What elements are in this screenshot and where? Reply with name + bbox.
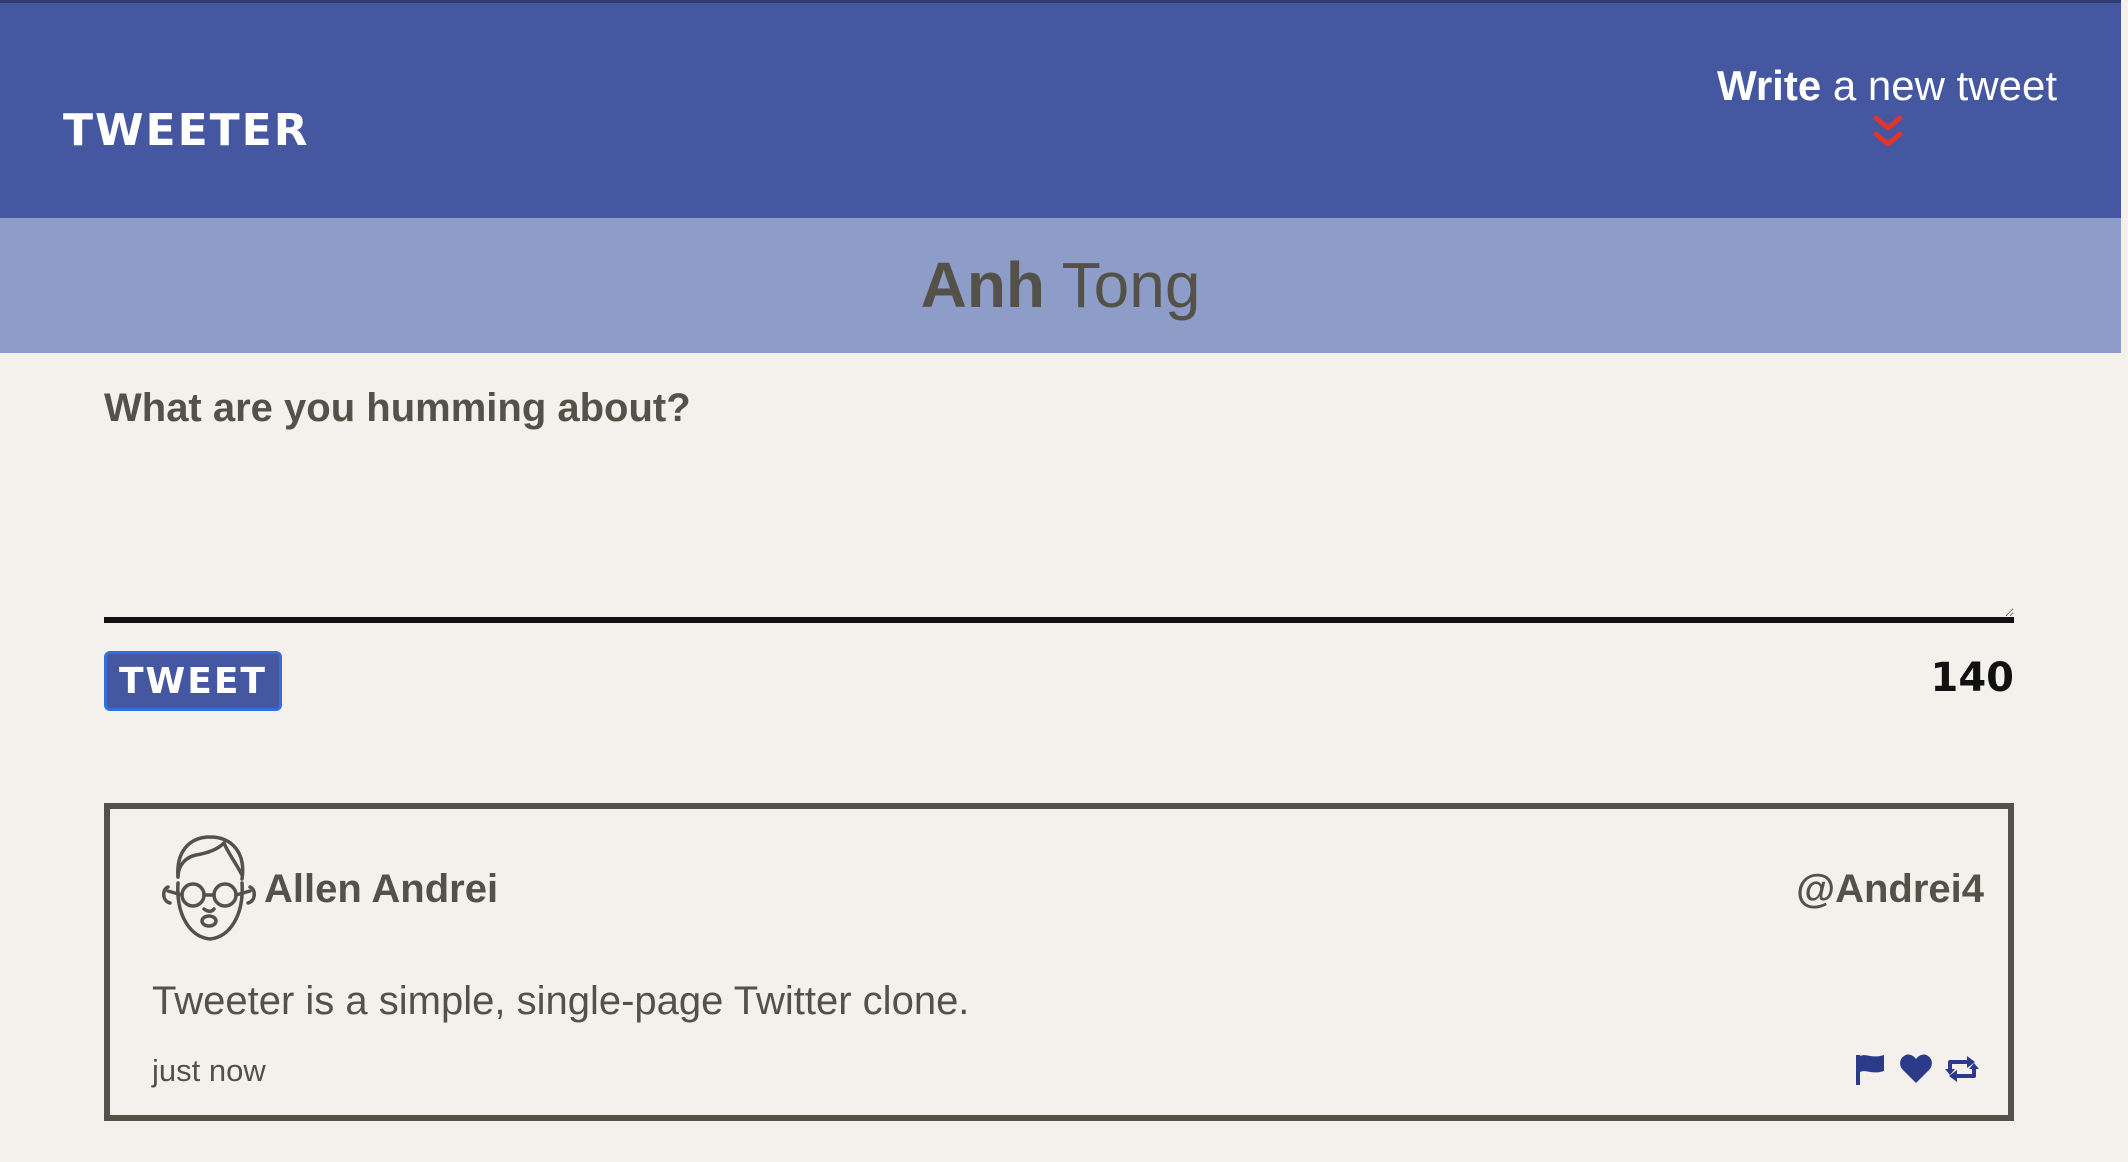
- compose-label: What are you humming about?: [104, 386, 691, 430]
- char-counter: 140: [1930, 655, 2015, 701]
- avatar-glasses-icon: [162, 835, 256, 941]
- compose-toggle-bold: Write: [1716, 62, 1822, 109]
- tweet-submit-button[interactable]: TWEET: [104, 651, 282, 711]
- tweet-timestamp: just now: [152, 1053, 266, 1088]
- compose-toggle-rest: a new tweet: [1832, 62, 2057, 109]
- retweet-icon[interactable]: [1944, 1051, 1980, 1087]
- tweet-actions: [1852, 1051, 1980, 1087]
- profile-name: Anh Tong: [0, 248, 2121, 322]
- tweet-text: Tweeter is a simple, single-page Twitter…: [152, 979, 970, 1023]
- profile-first-name: Anh: [920, 249, 1045, 321]
- tweet-author-handle: @Andrei4: [1796, 867, 1984, 911]
- heart-icon[interactable]: [1898, 1051, 1934, 1087]
- site-logo[interactable]: TWEETER: [63, 105, 310, 156]
- compose-toggle-label: Write a new tweet: [1717, 62, 2057, 110]
- tweet-textarea[interactable]: [104, 453, 2014, 623]
- tweet-card: Allen Andrei @Andrei4 Tweeter is a simpl…: [104, 803, 2014, 1121]
- navbar: TWEETER: [0, 3, 2121, 218]
- double-chevron-down-icon[interactable]: [1872, 114, 1904, 152]
- profile-last-name: Tong: [1061, 249, 1201, 321]
- tweet-author-name: Allen Andrei: [264, 867, 499, 911]
- compose-toggle-button[interactable]: Write a new tweet: [1717, 62, 2057, 110]
- flag-icon[interactable]: [1852, 1051, 1888, 1087]
- profile-header: Anh Tong: [0, 218, 2121, 353]
- app-root: TWEETER Write a new tweet Anh Tong What …: [0, 0, 2121, 1162]
